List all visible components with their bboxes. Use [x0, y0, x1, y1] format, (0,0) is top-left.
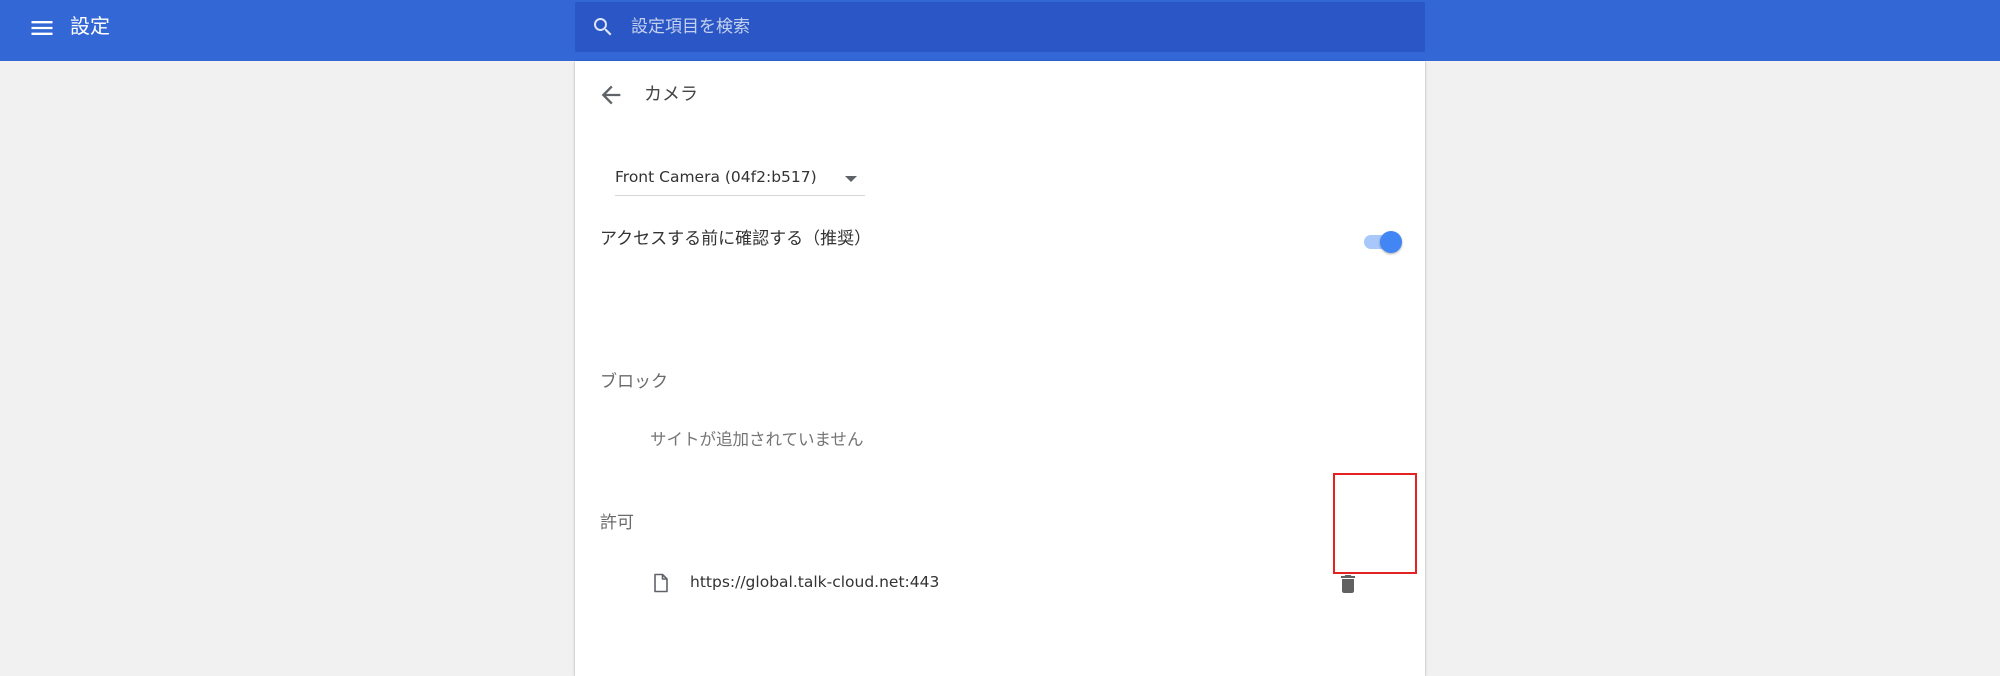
ask-before-access-toggle[interactable]: [1362, 230, 1402, 254]
search-box[interactable]: [575, 2, 1425, 52]
camera-select-value: Front Camera (04f2:b517): [615, 168, 817, 186]
search-input[interactable]: [631, 2, 1411, 52]
top-app-bar: 設定: [0, 0, 2000, 61]
camera-device-select[interactable]: Front Camera (04f2:b517): [615, 162, 865, 196]
allow-section-heading: 許可: [600, 513, 634, 533]
toggle-knob: [1380, 231, 1402, 253]
file-icon: [652, 573, 670, 593]
page-title: カメラ: [644, 84, 698, 105]
trash-delete-icon[interactable]: [1336, 572, 1360, 596]
allowed-site-url[interactable]: https://global.talk-cloud.net:443: [690, 571, 939, 593]
block-empty-text: サイトが追加されていません: [650, 430, 864, 449]
block-section-heading: ブロック: [600, 372, 668, 392]
ask-before-access-label: アクセスする前に確認する（推奨）: [600, 229, 872, 249]
arrow-back-icon[interactable]: [597, 81, 625, 109]
search-icon: [591, 15, 615, 39]
app-title: 設定: [70, 14, 110, 38]
hamburger-menu-icon[interactable]: [28, 14, 56, 42]
camera-settings-card: カメラ Front Camera (04f2:b517) アクセスする前に確認す…: [575, 61, 1425, 676]
dropdown-caret-icon: [845, 176, 857, 182]
allowed-site-row: https://global.talk-cloud.net:443: [575, 556, 1425, 608]
